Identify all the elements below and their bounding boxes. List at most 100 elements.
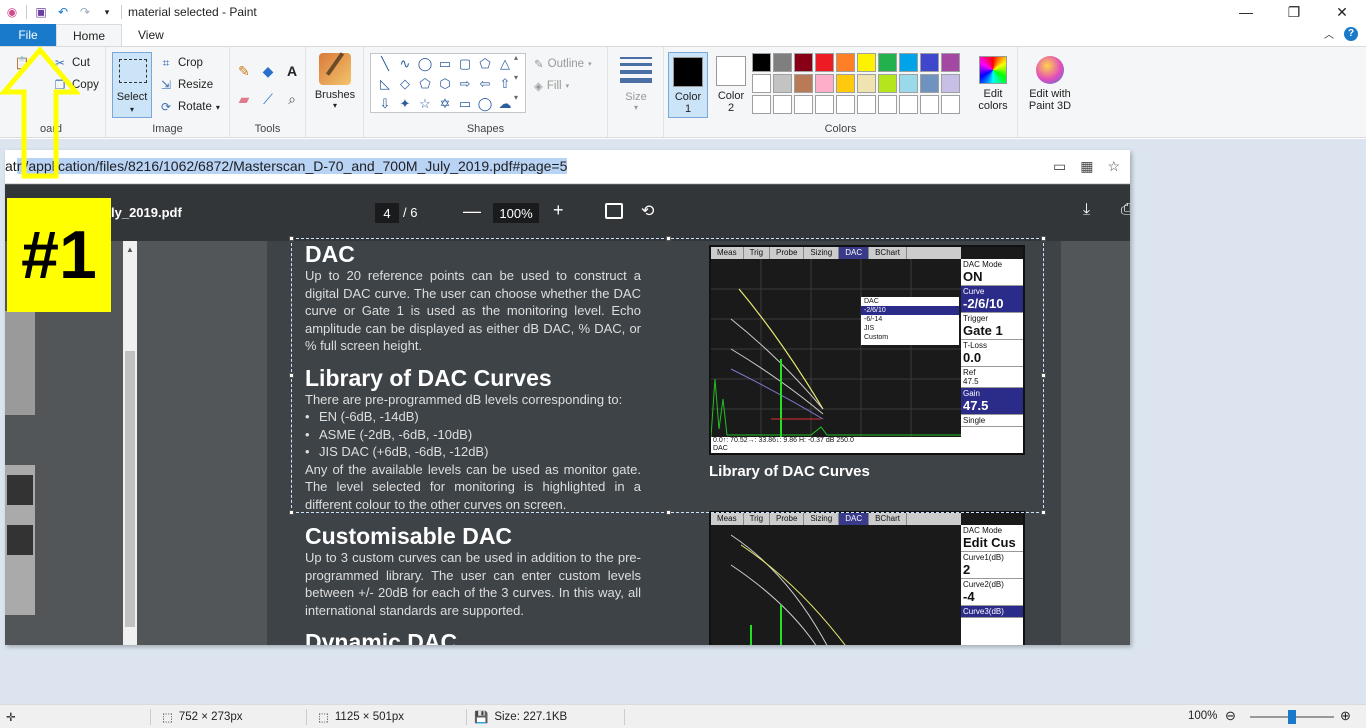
oval-shape-icon[interactable]: ◯ xyxy=(415,54,435,74)
size-group xyxy=(608,47,664,137)
right-triangle-shape-icon[interactable]: ◺ xyxy=(375,74,395,94)
pdf-filename: ly_2019.pdf xyxy=(111,205,182,220)
callout-oval-shape-icon[interactable]: ◯ xyxy=(475,94,495,114)
resize-handle[interactable] xyxy=(289,510,294,515)
divider xyxy=(466,709,467,725)
collapse-ribbon-icon[interactable]: ︿ xyxy=(1324,26,1334,41)
chevron-down-icon: ▾ xyxy=(129,105,134,114)
edit-with-paint3d-button[interactable]: Edit with Paint 3D xyxy=(1024,52,1076,112)
left-arrow-shape-icon[interactable]: ⇦ xyxy=(475,74,495,94)
down-arrow-shape-icon[interactable]: ⇩ xyxy=(375,94,395,114)
resize-button[interactable]: ⇲ Resize xyxy=(158,77,213,93)
page-number-box: 4 xyxy=(375,203,399,223)
diamond-shape-icon[interactable]: ◇ xyxy=(395,74,415,94)
crop-button[interactable]: ⌗ Crop xyxy=(158,55,203,71)
paint3d-icon xyxy=(1036,56,1064,84)
eraser-icon[interactable]: ▰ xyxy=(234,89,254,109)
paint-app-icon[interactable]: ◉ xyxy=(4,4,20,20)
brushes-group xyxy=(306,47,364,137)
resize-handle[interactable] xyxy=(1041,236,1046,241)
url-text: atn/application/files/8216/1062/6872/Mas… xyxy=(5,158,568,174)
tab-file[interactable]: File xyxy=(0,24,56,46)
download-icon: ⤓ xyxy=(1083,201,1091,218)
image-size-icon: ⬚ xyxy=(318,712,329,724)
thumbnail-image xyxy=(7,475,33,505)
yellow-arrow-annotation xyxy=(0,46,80,179)
resize-handle[interactable] xyxy=(289,236,294,241)
outline-button[interactable]: ✎ Outline ▾ xyxy=(534,57,592,71)
up-arrow-shape-icon[interactable]: ⇧ xyxy=(495,74,515,94)
six-point-star-shape-icon[interactable]: ✡ xyxy=(435,94,455,114)
save-icon[interactable]: ▣ xyxy=(33,4,49,20)
custom-heading: Customisable DAC xyxy=(305,523,513,549)
pentagon-shape-icon[interactable]: ⬠ xyxy=(415,74,435,94)
resize-handle[interactable] xyxy=(289,373,294,378)
close-button[interactable]: ✕ xyxy=(1318,0,1366,24)
thumbnail-image xyxy=(7,525,33,555)
polygon-shape-icon[interactable]: ⬠ xyxy=(475,54,495,74)
resize-handle[interactable] xyxy=(1041,510,1046,515)
title-bar: ◉ ▣ ↶ ↷ ▾ material selected - Paint — ❐ … xyxy=(0,0,1366,24)
rounded-rectangle-shape-icon[interactable]: ▢ xyxy=(455,54,475,74)
image-size: ⬚ 1125 × 501px xyxy=(318,711,405,724)
cast-icon: ▭ xyxy=(1052,158,1067,174)
redo-icon[interactable]: ↷ xyxy=(77,4,93,20)
zoom-in-button[interactable]: ⊕ xyxy=(1340,708,1351,724)
outline-icon: ✎ xyxy=(534,59,544,71)
device-tabs: Meas Trig Probe Sizing DAC BChart xyxy=(711,513,961,525)
select-button[interactable]: Select ▾ xyxy=(112,52,152,118)
maximize-button[interactable]: ❐ xyxy=(1270,0,1318,24)
thumbnail xyxy=(5,311,35,415)
shapes-more-icon[interactable]: ▾ xyxy=(514,93,518,102)
dac-screenshot-2: Meas Trig Probe Sizing DAC BChart DAC Mo… xyxy=(709,511,1025,645)
resize-handle[interactable] xyxy=(666,236,671,241)
right-arrow-shape-icon[interactable]: ⇨ xyxy=(455,74,475,94)
zoom-slider[interactable] xyxy=(1250,710,1334,724)
shapes-label: Shapes xyxy=(466,123,505,135)
pencil-icon[interactable]: ✎ xyxy=(234,61,254,81)
divider xyxy=(624,709,625,725)
page-total: / 6 xyxy=(403,205,418,220)
fill-button[interactable]: ◈ Fill ▾ xyxy=(534,79,569,93)
four-point-star-shape-icon[interactable]: ✦ xyxy=(395,94,415,114)
dynamic-heading: Dynamic DAC xyxy=(305,629,458,645)
rectangle-shape-icon[interactable]: ▭ xyxy=(435,54,455,74)
zoom-out-button[interactable]: ⊖ xyxy=(1225,708,1236,724)
print-icon: ⎙ xyxy=(1121,201,1130,218)
resize-handle[interactable] xyxy=(1041,373,1046,378)
shapes-scroll-up-icon[interactable]: ▴ xyxy=(514,53,518,62)
tab-view[interactable]: View xyxy=(122,24,180,46)
callout-rect-shape-icon[interactable]: ▭ xyxy=(455,94,475,114)
selection-rectangle[interactable] xyxy=(289,236,1046,515)
selection-size-icon: ⬚ xyxy=(162,712,173,724)
rotate-page-icon: ⟲ xyxy=(641,203,655,220)
crop-icon: ⌗ xyxy=(162,55,170,70)
fill-bucket-icon[interactable]: ◆ xyxy=(258,61,278,81)
browser-address-bar: atn/application/files/8216/1062/6872/Mas… xyxy=(5,150,1130,184)
rotate-button[interactable]: ⟳ Rotate ▾ xyxy=(158,99,220,115)
triangle-shape-icon[interactable]: △ xyxy=(495,54,515,74)
help-icon[interactable]: ? xyxy=(1344,26,1358,41)
five-point-star-shape-icon[interactable]: ☆ xyxy=(415,94,435,114)
minimize-button[interactable]: — xyxy=(1222,0,1270,24)
color-picker-icon[interactable]: ⟋ xyxy=(258,89,278,109)
shapes-gallery[interactable]: ╲ ∿ ◯ ▭ ▢ ⬠ △ ◺ ◇ ⬠ ⬡ ⇨ ⇦ ⇧ ⇩ ✦ ☆ ✡ ▭ ◯ … xyxy=(370,53,526,113)
shapes-scroll-down-icon[interactable]: ▾ xyxy=(514,73,518,82)
qr-code-icon: ▦ xyxy=(1080,158,1094,174)
scroll-up-icon: ▲ xyxy=(126,245,134,254)
ribbon-tabs: File Home View ︿ ? xyxy=(0,24,1366,46)
hexagon-shape-icon[interactable]: ⬡ xyxy=(435,74,455,94)
magnifier-icon[interactable]: ⌕ xyxy=(282,89,302,109)
resize-handle[interactable] xyxy=(666,510,671,515)
undo-icon[interactable]: ↶ xyxy=(55,4,71,20)
text-icon[interactable]: A xyxy=(282,61,302,81)
zoom-slider-thumb[interactable] xyxy=(1288,710,1296,724)
cloud-shape-icon[interactable]: ☁ xyxy=(495,94,515,114)
line-shape-icon[interactable]: ╲ xyxy=(375,54,395,74)
zoom-level: 100% xyxy=(1188,710,1218,722)
curve-shape-icon[interactable]: ∿ xyxy=(395,54,415,74)
tab-home[interactable]: Home xyxy=(56,24,123,46)
customize-toolbar-icon[interactable]: ▾ xyxy=(99,4,115,20)
step-badge: #1 xyxy=(7,198,111,312)
fill-icon: ◈ xyxy=(534,81,543,93)
